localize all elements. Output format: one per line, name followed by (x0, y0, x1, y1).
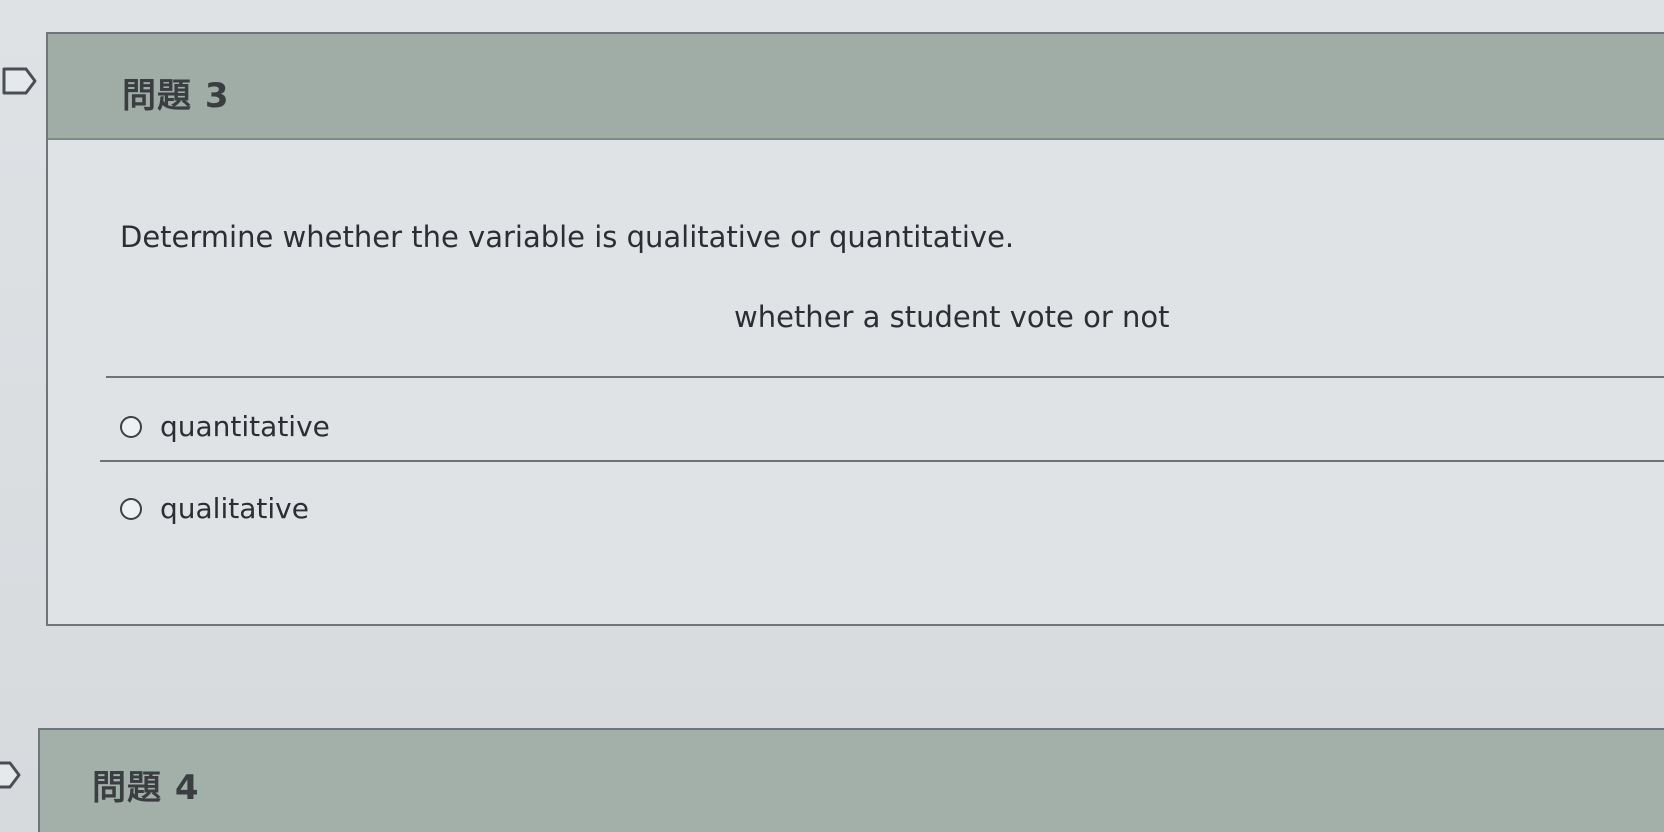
flag-question-4-icon[interactable] (0, 760, 22, 790)
option-label: quantitative (160, 410, 330, 443)
option-quantitative[interactable]: quantitative (120, 410, 330, 443)
radio-unselected-icon[interactable] (120, 415, 142, 438)
question-card-3: 問題 3 Determine whether the variable is q… (46, 32, 1664, 626)
question-variable: whether a student vote or not (734, 300, 1170, 334)
option-label: qualitative (160, 492, 309, 525)
quiz-page: 問題 3 Determine whether the variable is q… (0, 0, 1664, 832)
question-body: Determine whether the variable is qualit… (48, 140, 1664, 626)
question-card-4: 問題 4 (38, 728, 1664, 832)
question-prompt: Determine whether the variable is qualit… (120, 220, 1015, 254)
radio-unselected-icon[interactable] (120, 497, 142, 520)
question-title: 問題 4 (92, 768, 200, 808)
question-header: 問題 3 (48, 34, 1664, 140)
divider (100, 460, 1664, 462)
divider (106, 376, 1664, 378)
question-title: 問題 3 (122, 76, 230, 116)
option-qualitative[interactable]: qualitative (120, 492, 309, 525)
question-header: 問題 4 (40, 730, 1664, 832)
flag-question-3-icon[interactable] (2, 66, 38, 96)
